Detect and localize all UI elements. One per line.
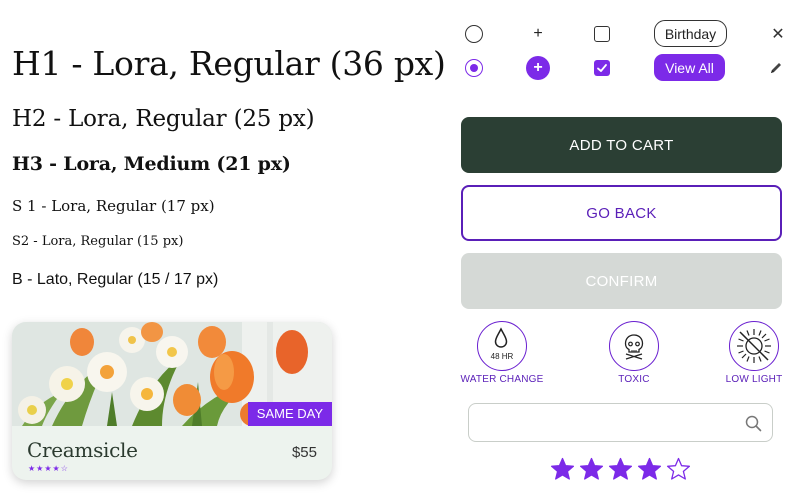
water-change-value: 48 HR (490, 352, 514, 361)
search-icon[interactable] (745, 415, 762, 432)
product-card[interactable]: SAME DAY Creamsicle $55 ★★★★☆ (12, 322, 332, 480)
checkbox-unchecked[interactable] (594, 26, 610, 42)
star-empty-icon[interactable] (666, 457, 691, 482)
confirm-button[interactable]: CONFIRM (461, 253, 782, 309)
add-to-cart-button[interactable]: ADD TO CART (461, 117, 782, 173)
subtitle-s2-sample: S2 - Lora, Regular (15 px) (12, 234, 184, 249)
birthday-chip[interactable]: Birthday (654, 20, 727, 47)
body-text-sample: B - Lato, Regular (15 / 17 px) (12, 271, 219, 288)
low-light-icon (729, 321, 779, 371)
heading-h2-sample: H2 - Lora, Regular (25 px) (12, 106, 315, 132)
close-icon[interactable]: ✕ (768, 24, 788, 44)
radio-selected[interactable] (465, 59, 483, 77)
star-filled-icon[interactable] (550, 457, 575, 482)
care-low-light: LOW LIGHT (704, 321, 800, 385)
search-input[interactable] (479, 410, 739, 436)
product-title: Creamsicle (27, 438, 138, 462)
checkbox-checked[interactable] (594, 60, 610, 76)
plus-icon[interactable]: + (528, 24, 548, 44)
skull-icon (609, 321, 659, 371)
radio-unselected[interactable] (465, 25, 483, 43)
search-bar[interactable] (468, 403, 773, 442)
water-change-label: WATER CHANGE (460, 374, 544, 385)
plus-circle-button[interactable]: + (526, 56, 550, 80)
star-rating[interactable] (550, 457, 691, 482)
go-back-button[interactable]: GO BACK (461, 185, 782, 241)
star-filled-icon[interactable] (608, 457, 633, 482)
view-all-chip[interactable]: View All (654, 54, 725, 81)
product-price: $55 (291, 444, 317, 461)
star-filled-icon[interactable] (637, 457, 662, 482)
pencil-icon[interactable] (766, 58, 786, 78)
care-water-change: 48 HR WATER CHANGE (452, 321, 552, 385)
water-drop-icon: 48 HR (477, 321, 527, 371)
heading-h1-sample: H1 - Lora, Regular (36 px) (12, 44, 446, 83)
star-filled-icon[interactable] (579, 457, 604, 482)
toxic-label: TOXIC (618, 374, 650, 385)
product-rating: ★★★★☆ (28, 464, 69, 473)
same-day-badge: SAME DAY (247, 402, 332, 426)
checkmark-icon (597, 64, 607, 72)
care-toxic: TOXIC (584, 321, 684, 385)
heading-h3-sample: H3 - Lora, Medium (21 px) (12, 153, 291, 175)
low-light-label: LOW LIGHT (725, 374, 783, 385)
subtitle-s1-sample: S 1 - Lora, Regular (17 px) (12, 197, 215, 215)
